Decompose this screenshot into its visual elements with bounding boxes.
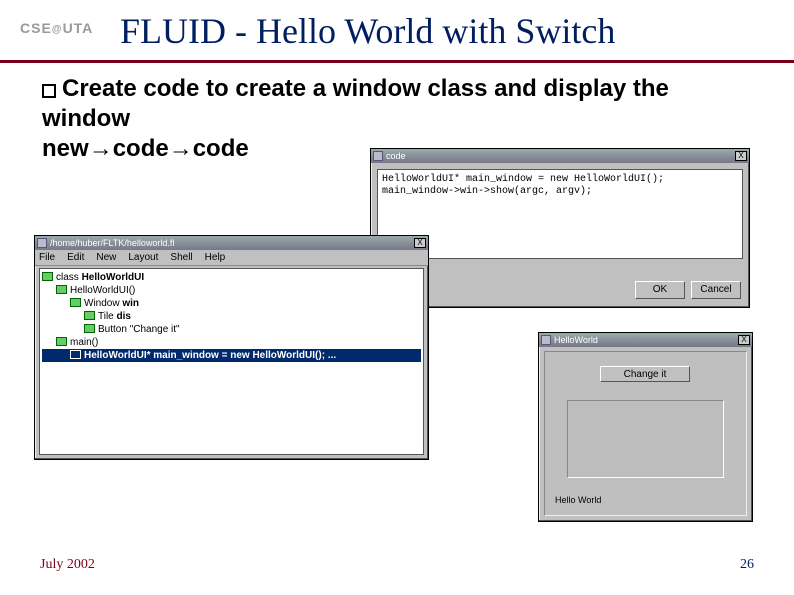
tree-node-tile[interactable]: Tile dis (42, 310, 421, 323)
fluid-window: /home/huber/FLTK/helloworld.fl X File Ed… (34, 235, 429, 460)
menubar: File Edit New Layout Shell Help (35, 250, 428, 266)
function-icon (56, 337, 67, 346)
slide-title: FLUID - Hello World with Switch (120, 10, 615, 52)
ok-button[interactable]: OK (635, 281, 685, 299)
hello-world-label: Hello World (555, 495, 601, 505)
hello-titlebar[interactable]: HelloWorld X (539, 333, 752, 347)
class-icon (42, 272, 53, 281)
tree-node-ctor[interactable]: HelloWorldUI() (42, 284, 421, 297)
app-icon (37, 238, 47, 248)
app-icon (373, 151, 383, 161)
footer-date: July 2002 (40, 557, 95, 573)
close-button[interactable]: X (738, 335, 750, 345)
fluid-titlebar[interactable]: /home/huber/FLTK/helloworld.fl X (35, 236, 428, 250)
hello-world-window: HelloWorld X Change it Hello World (538, 332, 753, 522)
change-it-button[interactable]: Change it (600, 366, 690, 382)
code-textarea[interactable]: HelloWorldUI* main_window = new HelloWor… (377, 169, 743, 259)
tree-node-code-selected[interactable]: HelloWorldUI* main_window = new HelloWor… (42, 349, 421, 362)
bullet-marker (42, 84, 56, 98)
menu-file[interactable]: File (39, 252, 55, 263)
tree-node-button[interactable]: Button "Change it" (42, 323, 421, 336)
cancel-button[interactable]: Cancel (691, 281, 741, 299)
tree-node-main[interactable]: main() (42, 336, 421, 349)
title-underline (0, 60, 794, 63)
hello-window-title: HelloWorld (554, 335, 737, 345)
menu-new[interactable]: New (96, 252, 116, 263)
widget-tree[interactable]: class class HelloWorldUIHelloWorldUI Hel… (39, 268, 424, 455)
button-icon (84, 324, 95, 333)
code-dialog-title: code (386, 151, 734, 161)
org-logo: CSE@UTA (20, 20, 93, 36)
tile-icon (84, 311, 95, 320)
tree-node-window[interactable]: Window win (42, 297, 421, 310)
menu-shell[interactable]: Shell (170, 252, 192, 263)
footer-page-number: 26 (740, 557, 754, 573)
app-icon (541, 335, 551, 345)
function-icon (56, 285, 67, 294)
hello-tile (567, 400, 724, 478)
menu-edit[interactable]: Edit (67, 252, 84, 263)
menu-help[interactable]: Help (205, 252, 226, 263)
tree-node-class[interactable]: class class HelloWorldUIHelloWorldUI (42, 271, 421, 284)
close-button[interactable]: X (414, 238, 426, 248)
close-button[interactable]: X (735, 151, 747, 161)
dialog-button-row: OK Cancel (635, 281, 741, 299)
menu-layout[interactable]: Layout (128, 252, 158, 263)
hello-panel: Change it Hello World (544, 351, 747, 516)
fluid-window-title: /home/huber/FLTK/helloworld.fl (50, 238, 413, 248)
code-dialog-titlebar[interactable]: code X (371, 149, 749, 163)
window-icon (70, 298, 81, 307)
code-icon (70, 350, 81, 359)
